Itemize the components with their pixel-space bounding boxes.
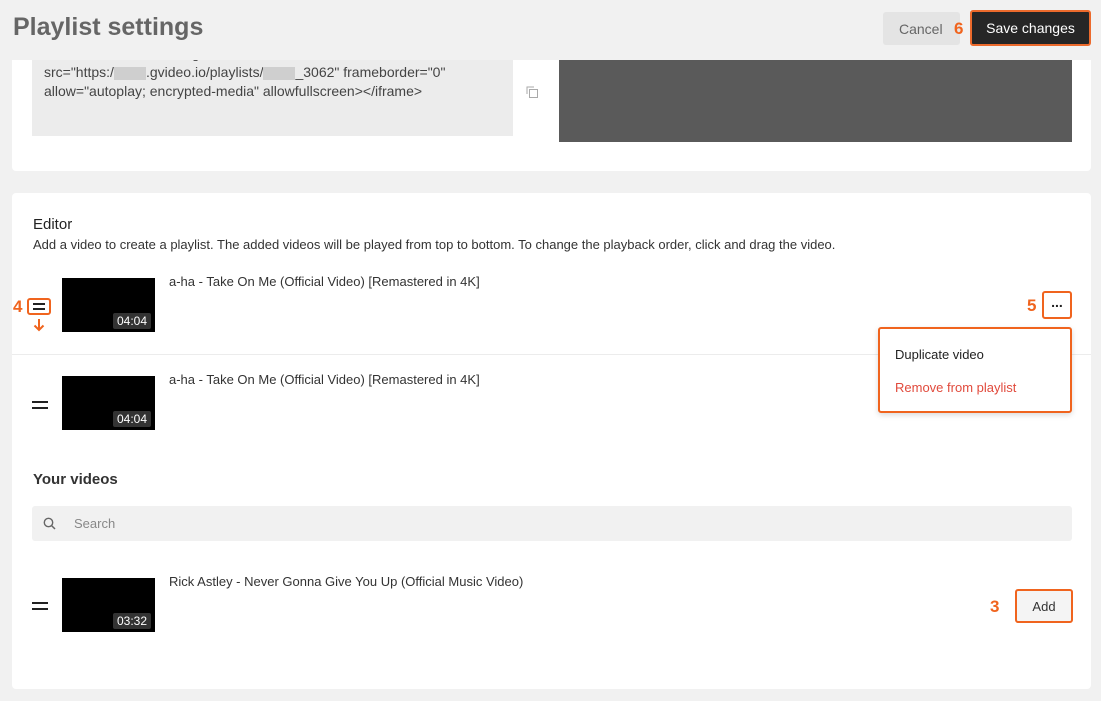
page-title: Playlist settings [13, 13, 204, 41]
annotation-5: 5 [1027, 296, 1037, 315]
search-icon [43, 517, 56, 530]
video-options-menu: Duplicate video Remove from playlist [878, 327, 1072, 413]
embed-code-line: allow="autoplay; encrypted-media" allowf… [44, 83, 423, 99]
arrow-down-icon [33, 319, 45, 332]
your-videos-heading: Your videos [33, 471, 118, 488]
redacted-block [263, 66, 296, 80]
drag-handle-icon [33, 303, 45, 310]
duration-badge: 04:04 [112, 411, 151, 427]
add-video-button[interactable]: Add [1015, 589, 1073, 623]
menu-item-remove-from-playlist[interactable]: Remove from playlist [895, 380, 1016, 395]
editor-description: Add a video to create a playlist. The ad… [33, 237, 836, 252]
video-title: a-ha - Take On Me (Official Video) [Rema… [169, 372, 480, 387]
video-thumbnail[interactable]: 04:04 [62, 376, 155, 430]
editor-card [12, 193, 1091, 689]
embed-code-line: src="https:/ .gvideo.io/playlists/ _3062" … [44, 63, 501, 82]
redacted-block [113, 66, 146, 80]
embed-code-part: .gvideo.io/playlists/ [145, 64, 264, 80]
video-thumbnail[interactable]: 04:04 [62, 278, 155, 332]
search-box [32, 506, 1072, 541]
video-title: Rick Astley - Never Gonna Give You Up (O… [169, 574, 524, 589]
embed-code-part: _3062" frameborder="0" [295, 64, 446, 80]
drag-handle-icon[interactable] [32, 401, 48, 409]
editor-heading: Editor [33, 216, 73, 233]
duration-badge: 04:04 [112, 313, 151, 329]
duration-badge: 03:32 [112, 613, 151, 629]
annotation-4: 4 [13, 297, 23, 316]
more-options-button[interactable]: ... [1042, 291, 1072, 319]
cancel-button[interactable]: Cancel [883, 12, 960, 45]
search-input[interactable] [74, 506, 1054, 541]
header: Playlist settings Cancel 6 Save changes [0, 0, 1101, 60]
menu-item-duplicate-video[interactable]: Duplicate video [895, 347, 984, 362]
video-title: a-ha - Take On Me (Official Video) [Rema… [169, 274, 480, 289]
video-thumbnail[interactable]: 03:32 [62, 578, 155, 632]
save-changes-button[interactable]: Save changes [970, 10, 1091, 46]
embed-code-part: src="https:/ [44, 64, 114, 80]
drag-handle[interactable] [27, 298, 51, 315]
annotation-6: 6 [954, 19, 964, 38]
annotation-3: 3 [990, 597, 1000, 616]
drag-handle-icon[interactable] [32, 602, 48, 610]
copy-icon[interactable] [526, 86, 538, 98]
